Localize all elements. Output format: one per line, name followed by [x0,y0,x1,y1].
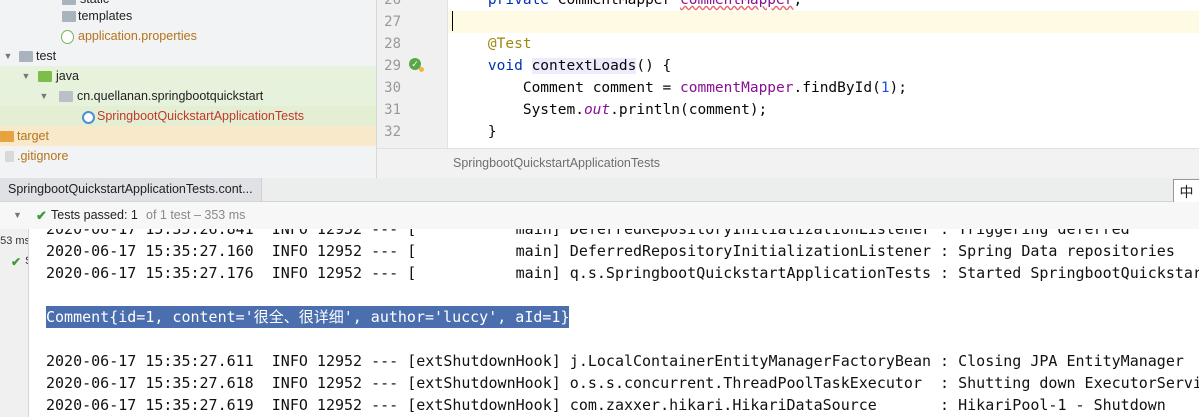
log-line-selected-output: Comment{id=1, content='很全、很详细', author='… [46,306,570,328]
tree-item-java[interactable]: ▼ java [0,66,376,86]
tree-item-test[interactable]: ▼ test [0,46,376,66]
code-line-26: private CommentMapper commentMapper; [487,0,803,8]
run-tab[interactable]: SpringbootQuickstartApplicationTests.con… [0,178,262,201]
project-tree: static templates application.properties … [0,0,377,178]
breadcrumb[interactable]: SpringbootQuickstartApplicationTests [453,156,660,170]
line-number: 28 [384,36,401,52]
check-icon: ✔ [36,208,47,223]
excluded-folder-icon [0,131,14,142]
line-number: 32 [384,124,401,140]
test-source-folder-icon [38,71,52,82]
tree-item-templates[interactable]: templates [0,6,376,26]
code-line-29: void contextLoads() { [487,58,672,74]
code-line-30: Comment comment = commentMapper.findById… [522,80,908,96]
log-line: 2020-06-17 15:35:26.841 INFO 12952 --- [… [46,229,1130,238]
test-status-bar: ▼ ✔ Tests passed: 1 of 1 test – 353 ms [0,202,1199,230]
folder-icon [62,11,76,22]
code-line-31: System.out.println(comment); [522,102,768,118]
git-file-icon [5,151,14,162]
folder-icon [62,0,76,5]
line-number: 31 [384,102,401,118]
chevron-down-icon[interactable]: ▼ [2,46,14,66]
test-results-tree: 353 ms ✔ S [0,229,29,417]
code-line-28: @Test [487,36,532,52]
log-line: 2020-06-17 15:35:27.160 INFO 12952 --- [… [46,242,1175,260]
console-output[interactable]: 2020-06-17 15:35:26.841 INFO 12952 --- [… [29,229,1199,417]
editor-breadcrumb-bar: SpringbootQuickstartApplicationTests [377,148,1199,180]
chevron-down-icon[interactable]: ▼ [20,66,32,86]
chevron-down-icon[interactable]: ▼ [13,202,22,229]
tree-item-gitignore[interactable]: .gitignore [0,146,376,166]
chevron-down-icon[interactable]: ▼ [38,86,50,106]
text-caret [452,11,453,31]
properties-file-icon [61,30,74,44]
tree-item-application-properties[interactable]: application.properties [0,26,376,46]
check-icon: ✔ [11,255,22,269]
line-number: 30 [384,80,401,96]
tests-duration-label: of 1 test – 353 ms [146,208,246,222]
tree-item-target[interactable]: target [0,126,376,146]
log-line: 2020-06-17 15:35:27.176 INFO 12952 --- [… [46,264,1199,282]
tree-item-test-class[interactable]: SpringbootQuickstartApplicationTests [0,106,376,126]
log-line: 2020-06-17 15:35:27.618 INFO 12952 --- [… [46,374,1199,392]
line-number: 27 [384,14,401,30]
code-line-27-current [448,11,1199,33]
line-number: 26 [384,0,401,8]
line-number: 29 [384,58,401,74]
log-line: 2020-06-17 15:35:27.619 INFO 12952 --- [… [46,396,1166,414]
run-test-icon[interactable]: ✓ [409,58,424,72]
tests-passed-label: Tests passed: 1 [51,208,138,222]
tree-item-package[interactable]: ▼ cn.quellanan.springbootquickstart [0,86,376,106]
folder-icon [19,51,33,62]
code-line-32: } [487,124,497,140]
log-line: 2020-06-17 15:35:27.611 INFO 12952 --- [… [46,352,1184,370]
code-editor[interactable]: 26 27 28 29 30 31 32 ✓ private CommentMa… [377,0,1199,148]
run-tab-bar: SpringbootQuickstartApplicationTests.con… [0,178,1199,202]
test-duration: 353 ms [0,235,29,247]
editor-gutter: 26 27 28 29 30 31 32 ✓ [377,0,448,148]
test-class-icon [82,111,95,124]
package-icon [59,91,73,102]
